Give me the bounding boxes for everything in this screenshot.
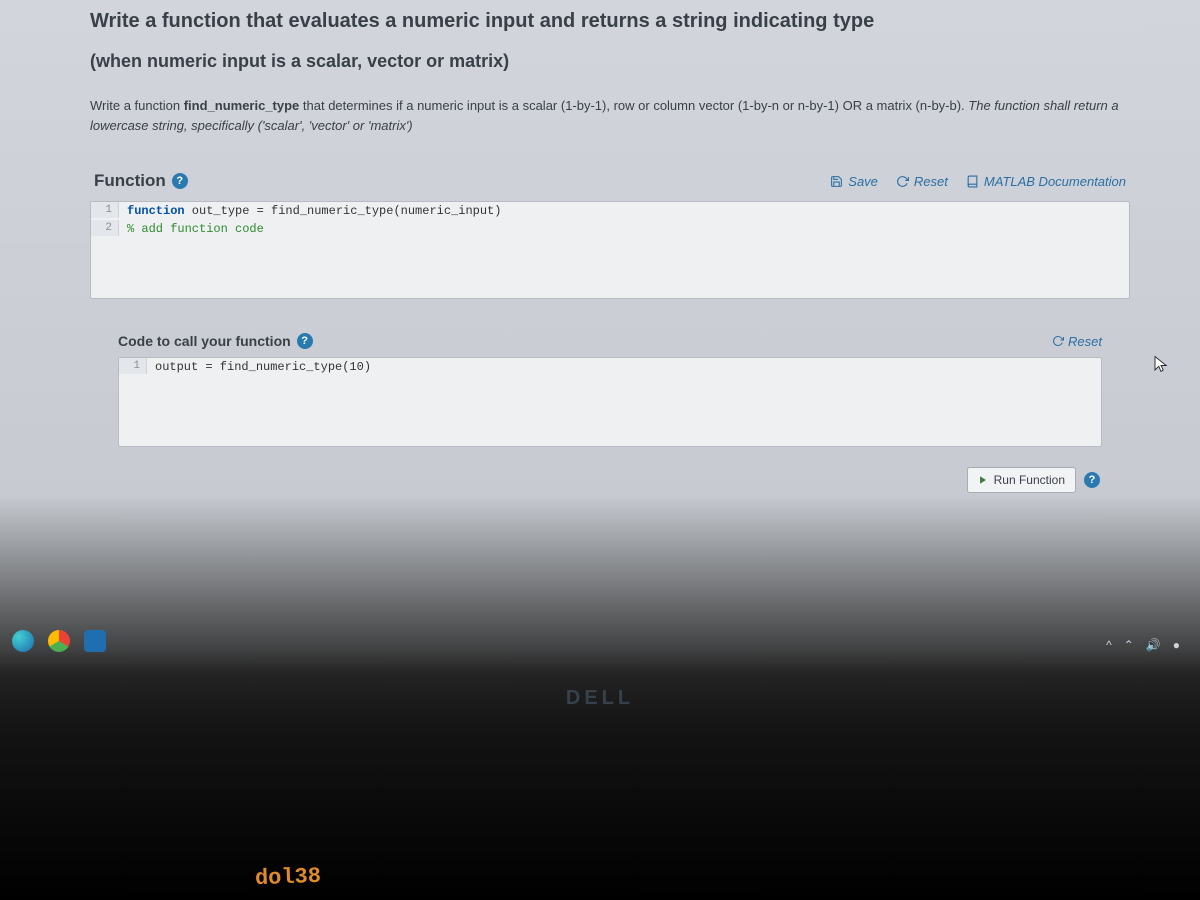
line-number: 1: [119, 358, 147, 374]
wifi-icon[interactable]: ⌃: [1124, 638, 1134, 652]
save-button[interactable]: Save: [830, 174, 878, 189]
reset-label: Reset: [914, 174, 948, 189]
code-line: 2 % add function code: [91, 220, 1129, 238]
code-content: function out_type = find_numeric_type(nu…: [119, 202, 509, 220]
reset-button[interactable]: Reset: [896, 174, 948, 189]
call-section: Code to call your function ? Reset 1 out…: [90, 333, 1130, 518]
function-code-editor[interactable]: 1 function out_type = find_numeric_type(…: [90, 201, 1130, 299]
section-divider: [118, 517, 1102, 518]
save-label: Save: [848, 174, 878, 189]
code-line: 1 function out_type = find_numeric_type(…: [91, 202, 1129, 220]
function-label: Function: [94, 171, 166, 191]
function-section-title: Function ?: [94, 171, 188, 191]
line-number: 1: [91, 202, 119, 218]
problem-description: Write a function find_numeric_type that …: [90, 96, 1130, 135]
reset-icon: [896, 175, 909, 188]
call-reset-button[interactable]: Reset: [1052, 334, 1102, 349]
call-reset-label: Reset: [1068, 334, 1102, 349]
call-label: Code to call your function: [118, 333, 291, 349]
orange-text: dol38: [255, 864, 322, 891]
volume-icon[interactable]: 🔊: [1146, 638, 1161, 652]
save-icon: [830, 175, 843, 188]
reset-icon: [1052, 335, 1064, 347]
play-icon: [978, 475, 988, 485]
function-section-header: Function ? Save Reset MATLAB Documentati…: [90, 171, 1130, 191]
cursor-icon: [1152, 353, 1170, 375]
line-number: 2: [91, 220, 119, 236]
code-line: 1 output = find_numeric_type(10): [119, 358, 1101, 376]
problem-page: Write a function that evaluates a numeri…: [0, 0, 1200, 518]
docs-label: MATLAB Documentation: [984, 174, 1126, 189]
help-icon[interactable]: ?: [297, 333, 313, 349]
chevron-up-icon[interactable]: ^: [1106, 638, 1112, 652]
clock-icon[interactable]: ●: [1173, 638, 1180, 652]
keyword: function: [127, 204, 185, 218]
code-text: out_type = find_numeric_type(numeric_inp…: [185, 204, 502, 218]
call-section-header: Code to call your function ? Reset: [118, 333, 1102, 349]
taskbar-left: [12, 630, 106, 652]
code-text: output = find_numeric_type(10): [147, 358, 379, 376]
desc-text-mid: that determines if a numeric input is a …: [299, 98, 968, 113]
vscode-icon[interactable]: [84, 630, 106, 652]
laptop-brand: DELL: [566, 687, 634, 710]
run-row: Run Function ?: [118, 467, 1102, 493]
run-function-button[interactable]: Run Function: [967, 467, 1076, 493]
function-toolbar: Save Reset MATLAB Documentation: [830, 174, 1126, 189]
call-code-editor[interactable]: 1 output = find_numeric_type(10): [118, 357, 1102, 447]
chrome-icon[interactable]: [48, 630, 70, 652]
desc-text-pre: Write a function: [90, 98, 184, 113]
book-icon: [966, 175, 979, 188]
call-section-title: Code to call your function ?: [118, 333, 313, 349]
desc-function-name: find_numeric_type: [184, 98, 300, 113]
problem-subtitle: (when numeric input is a scalar, vector …: [90, 51, 1130, 72]
matlab-docs-link[interactable]: MATLAB Documentation: [966, 174, 1126, 189]
system-tray: ^ ⌃ 🔊 ●: [1106, 638, 1180, 652]
help-icon[interactable]: ?: [1084, 472, 1100, 488]
help-icon[interactable]: ?: [172, 173, 188, 189]
function-section: Function ? Save Reset MATLAB Documentati…: [90, 171, 1130, 518]
run-label: Run Function: [994, 473, 1065, 487]
problem-title: Write a function that evaluates a numeri…: [90, 10, 1130, 33]
edge-icon[interactable]: [12, 630, 34, 652]
code-comment: % add function code: [119, 220, 272, 238]
